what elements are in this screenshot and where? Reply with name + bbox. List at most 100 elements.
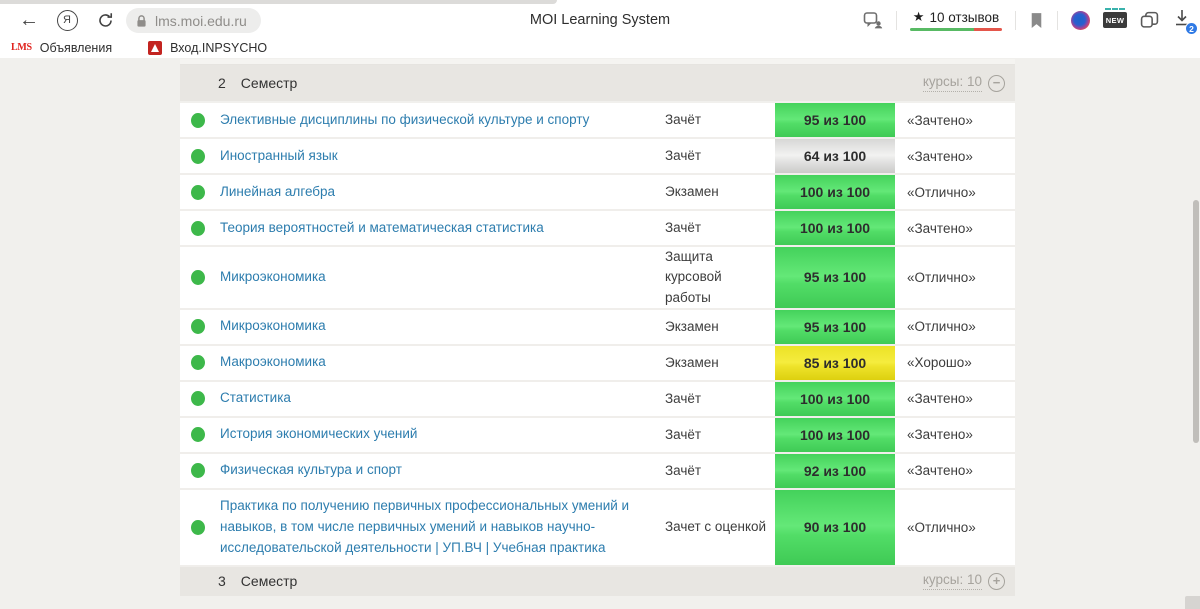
divider — [1057, 11, 1058, 30]
status-dot-icon — [191, 355, 205, 370]
star-icon: ★ — [913, 9, 925, 25]
score-badge: 100 из 100 — [775, 175, 895, 209]
score-badge: 100 из 100 — [775, 418, 895, 452]
scrollbar-thumb[interactable] — [1193, 200, 1199, 443]
score-badge: 92 из 100 — [775, 454, 895, 488]
grade-text: «Отлично» — [895, 520, 1015, 535]
table-row: МикроэкономикаЭкзамен95 из 100«Отлично» — [180, 310, 1015, 346]
status-cell — [180, 391, 220, 406]
grade-text: «Зачтено» — [895, 391, 1015, 406]
score-badge: 85 из 100 — [775, 346, 895, 380]
status-dot-icon — [191, 221, 205, 236]
assessment-type: Зачет с оценкой — [665, 517, 775, 537]
browser-chrome: ← Я lms.moi.edu.ru MOI Learning System — [0, 0, 1200, 58]
grade-text: «Зачтено» — [895, 463, 1015, 478]
grades-table: 2 Семестр курсы: 10 − Элективные дисципл… — [180, 59, 1015, 596]
assessment-type: Экзамен — [665, 353, 775, 373]
table-row: Физическая культура и спортЗачёт92 из 10… — [180, 454, 1015, 490]
address-bar[interactable]: lms.moi.edu.ru — [126, 8, 261, 33]
yandex-home-button[interactable]: Я — [52, 3, 82, 37]
status-dot-icon — [191, 185, 205, 200]
reviews-rating-bar — [910, 28, 1002, 31]
grade-text: «Зачтено» — [895, 149, 1015, 164]
course-link[interactable]: Статистика — [220, 390, 291, 405]
browser-toolbar: ← Я lms.moi.edu.ru MOI Learning System — [0, 3, 1200, 37]
reviews-widget[interactable]: ★ 10 отзывов — [910, 9, 1002, 31]
rating-positive-segment — [910, 28, 974, 31]
download-count-badge: 2 — [1185, 22, 1198, 35]
protect-icon[interactable] — [863, 11, 883, 29]
status-dot-icon — [191, 463, 205, 478]
table-row: История экономических ученийЗачёт100 из … — [180, 418, 1015, 454]
bookmarks-bar: LMS Объявления Вход.INPSYCHO — [0, 37, 1200, 58]
downloads-button[interactable]: 2 — [1172, 7, 1194, 33]
semester-number: 3 — [218, 573, 226, 589]
course-link[interactable]: Элективные дисциплины по физической куль… — [220, 112, 589, 127]
course-link[interactable]: Линейная алгебра — [220, 184, 335, 199]
back-button[interactable]: ← — [14, 3, 44, 37]
table-row: Макроэкономика Экзамен85 из 100«Хорошо» — [180, 346, 1015, 382]
url-text: lms.moi.edu.ru — [155, 13, 247, 29]
bookmark-flag-icon[interactable] — [1029, 12, 1044, 29]
status-dot-icon — [191, 149, 205, 164]
assessment-type: Зачёт — [665, 110, 775, 130]
table-row: Линейная алгебраЭкзамен100 из 100«Отличн… — [180, 175, 1015, 211]
course-table-rows: Элективные дисциплины по физической куль… — [180, 103, 1015, 567]
course-link[interactable]: Микроэкономика — [220, 318, 326, 333]
status-dot-icon — [191, 319, 205, 334]
table-row: Статистика Зачёт100 из 100«Зачтено» — [180, 382, 1015, 418]
grade-text: «Отлично» — [895, 270, 1015, 285]
yandex-logo-icon: Я — [57, 10, 78, 31]
lock-icon — [135, 14, 148, 28]
course-link[interactable]: Микроэкономика — [220, 269, 326, 284]
bookmark-inpsycho[interactable]: Вход.INPSYCHO — [148, 41, 267, 55]
collections-icon[interactable] — [1140, 11, 1159, 29]
semester-number: 2 — [218, 75, 226, 91]
status-cell — [180, 185, 220, 200]
semester-title: Семестр — [241, 573, 298, 589]
score-badge: 95 из 100 — [775, 103, 895, 137]
page-title: MOI Learning System — [530, 3, 670, 37]
lms-favicon: LMS — [11, 42, 32, 53]
new-feature-icon[interactable]: NEW — [1103, 12, 1127, 28]
grade-text: «Зачтено» — [895, 427, 1015, 442]
course-link[interactable]: Макроэкономика — [220, 354, 326, 369]
expand-icon[interactable]: + — [988, 573, 1005, 590]
status-cell — [180, 355, 220, 370]
assessment-type: Зачёт — [665, 218, 775, 238]
score-badge: 95 из 100 — [775, 310, 895, 344]
status-cell — [180, 319, 220, 334]
refresh-icon — [97, 12, 114, 29]
courses-count-link[interactable]: курсы: 10 — [923, 74, 982, 91]
collapse-icon[interactable]: − — [988, 75, 1005, 92]
course-link[interactable]: История экономических учений — [220, 426, 417, 441]
grade-text: «Отлично» — [895, 319, 1015, 334]
semester-2-header: 2 Семестр курсы: 10 − — [180, 65, 1015, 101]
score-badge: 95 из 100 — [775, 247, 895, 308]
semester-3-header: 3 Семестр курсы: 10 + — [180, 567, 1015, 596]
scrollbar-corner — [1185, 596, 1200, 609]
status-dot-icon — [191, 270, 205, 285]
reviews-label: 10 отзывов — [929, 10, 999, 25]
bookmark-announcements[interactable]: LMS Объявления — [11, 41, 112, 55]
browser-extension-icon[interactable] — [1071, 11, 1090, 30]
course-link[interactable]: Иностранный язык — [220, 148, 338, 163]
status-cell — [180, 221, 220, 236]
status-cell — [180, 113, 220, 128]
grade-text: «Хорошо» — [895, 355, 1015, 370]
score-badge: 100 из 100 — [775, 382, 895, 416]
course-link[interactable]: Физическая культура и спорт — [220, 462, 402, 477]
grade-text: «Зачтено» — [895, 113, 1015, 128]
table-row: Элективные дисциплины по физической куль… — [180, 103, 1015, 139]
table-row: МикроэкономикаЗащита курсовой работы95 и… — [180, 247, 1015, 310]
status-cell — [180, 270, 220, 285]
refresh-button[interactable] — [90, 3, 120, 37]
table-row: Практика по получению первичных професси… — [180, 490, 1015, 567]
course-link[interactable]: Теория вероятностей и математическая ста… — [220, 220, 544, 235]
courses-count-link[interactable]: курсы: 10 — [923, 572, 982, 589]
course-link[interactable]: Практика по получению первичных професси… — [220, 498, 629, 555]
status-dot-icon — [191, 520, 205, 535]
table-row: Иностранный языкЗачёт64 из 100«Зачтено» — [180, 139, 1015, 175]
score-badge: 90 из 100 — [775, 490, 895, 565]
assessment-type: Зачёт — [665, 389, 775, 409]
